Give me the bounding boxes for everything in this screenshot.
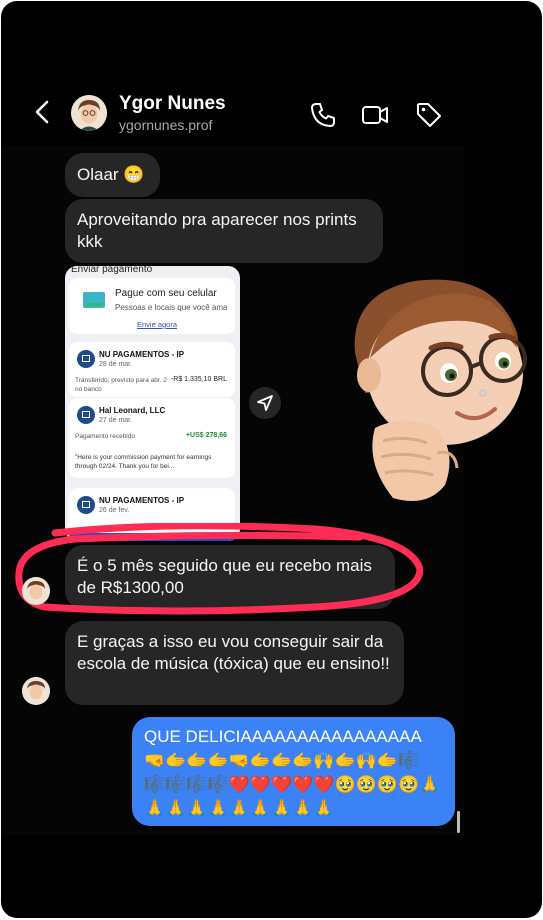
- payment-header: Enviar pagamento: [71, 266, 153, 275]
- chat-header: Ygor Nunes ygornunes.prof: [1, 79, 542, 145]
- pay-with-phone-card: Pague com seu celular Pessoas e locais q…: [69, 278, 235, 334]
- message-bubble[interactable]: É o 5 mês seguido que eu recebo mais de …: [65, 545, 395, 609]
- transaction-date: 27 de mar.: [99, 417, 133, 424]
- payment-bottom-bar: [69, 533, 235, 541]
- transaction-name: NU PAGAMENTOS - IP: [99, 496, 185, 505]
- scrollbar[interactable]: [457, 811, 460, 833]
- transaction-description: Transferido, previsto para abr. 2 no ban…: [75, 377, 167, 393]
- memoji-sticker[interactable]: [345, 263, 535, 508]
- transaction-date: 26 de fev.: [99, 507, 130, 514]
- message-bubble[interactable]: Olaar 😁: [65, 153, 160, 197]
- video-camera-icon[interactable]: [361, 101, 389, 129]
- avatar[interactable]: [71, 95, 107, 131]
- transaction-description: Pagamento recebido: [75, 433, 135, 440]
- bank-icon: [77, 350, 95, 368]
- chevron-left-icon[interactable]: [31, 99, 55, 125]
- shared-screenshot-image[interactable]: Enviar pagamento Pague com seu celular P…: [65, 266, 240, 541]
- pay-box-subtitle: Pessoas e locais que você ama: [115, 303, 228, 312]
- contact-name[interactable]: Ygor Nunes: [119, 93, 226, 115]
- tag-icon[interactable]: [415, 101, 443, 129]
- transaction-row: NU PAGAMENTOS - IP 28 de mar. Transferid…: [69, 342, 235, 397]
- message-bubble[interactable]: E graças a isso eu vou conseguir sair da…: [65, 621, 404, 705]
- send-now-link: Envie agora: [137, 320, 178, 329]
- pay-box-title: Pague com seu celular: [115, 288, 217, 299]
- contact-username[interactable]: ygornunes.prof: [119, 117, 212, 133]
- payment-card-icon: [83, 292, 105, 308]
- sender-avatar: [22, 577, 50, 605]
- share-arrow-icon: [257, 395, 273, 411]
- transaction-name: NU PAGAMENTOS - IP: [99, 350, 185, 359]
- transaction-row: Hal Leonard, LLC 27 de mar. Pagamento re…: [69, 398, 235, 478]
- transaction-note: "Here is your commission payment for ear…: [75, 454, 212, 470]
- sender-avatar: [22, 677, 50, 705]
- phone-icon[interactable]: [309, 101, 337, 129]
- bank-icon: [77, 496, 95, 514]
- phone-screen: Ygor Nunes ygornunes.prof Olaar 😁 Aprove…: [1, 1, 542, 918]
- transaction-date: 28 de mar.: [99, 361, 133, 368]
- share-button[interactable]: [249, 387, 281, 419]
- transaction-name: Hal Leonard, LLC: [99, 406, 166, 415]
- store-icon: [77, 406, 95, 424]
- transaction-amount: -R$ 1.335,10 BRL: [170, 376, 227, 383]
- transaction-amount: +US$ 278,66: [185, 432, 227, 439]
- sent-message-bubble[interactable]: QUE DELICIAAAAAAAAAAAAAAAA 🤜🫱🫱🫱🤜🫱🫱🫱🙌🫱🙌🫱🎼…: [132, 717, 455, 826]
- message-bubble[interactable]: Aproveitando pra aparecer nos prints kkk: [65, 199, 383, 263]
